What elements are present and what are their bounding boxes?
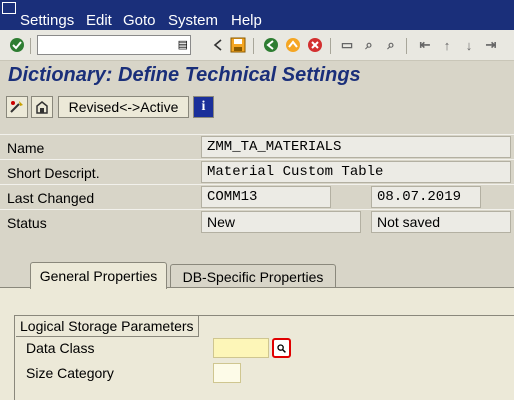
- data-class-input[interactable]: [214, 339, 268, 358]
- menu-system[interactable]: System: [168, 12, 218, 29]
- other-object-icon[interactable]: [31, 96, 53, 118]
- data-class-label: Data Class: [26, 340, 95, 356]
- short-descr-field: Material Custom Table: [201, 161, 511, 183]
- back-icon[interactable]: [262, 36, 280, 54]
- command-input[interactable]: [41, 37, 171, 53]
- info-icon[interactable]: i: [193, 96, 214, 118]
- menu-bar: Settings Edit Goto System Help: [0, 0, 514, 30]
- last-changed-date-field: 08.07.2019: [371, 186, 481, 208]
- tab-db-specific-properties[interactable]: DB-Specific Properties: [170, 264, 336, 288]
- logical-storage-group-title: Logical Storage Parameters: [16, 316, 199, 337]
- name-field: ZMM_TA_MATERIALS: [201, 136, 511, 158]
- menu-help[interactable]: Help: [231, 12, 262, 29]
- print-icon[interactable]: ▭: [338, 36, 356, 54]
- application-toolbar: Revised<->Active i: [0, 93, 514, 123]
- revised-active-button[interactable]: Revised<->Active: [58, 96, 189, 118]
- data-class-field[interactable]: [213, 338, 269, 358]
- next-page-icon[interactable]: ↓: [460, 36, 478, 54]
- save-status-field: Not saved: [371, 211, 511, 233]
- save-icon[interactable]: [229, 36, 247, 54]
- last-changed-user-field: COMM13: [201, 186, 331, 208]
- enter-icon[interactable]: [8, 36, 26, 54]
- find-icon[interactable]: ⌕: [360, 36, 378, 54]
- last-page-icon[interactable]: ⇥: [482, 36, 500, 54]
- size-category-label: Size Category: [26, 365, 114, 381]
- short-descr-label: Short Descript.: [7, 165, 100, 181]
- system-menu-icon[interactable]: [2, 2, 16, 14]
- exit-icon[interactable]: [284, 36, 302, 54]
- search-icon: [277, 343, 286, 353]
- history-icon[interactable]: ▤: [178, 38, 188, 51]
- back-arrow-icon[interactable]: [209, 36, 227, 54]
- cancel-icon[interactable]: [306, 36, 324, 54]
- size-category-field[interactable]: [213, 363, 241, 383]
- command-field[interactable]: ▤: [37, 35, 191, 55]
- status-label: Status: [7, 215, 47, 231]
- page-title: Dictionary: Define Technical Settings: [8, 64, 361, 86]
- previous-page-icon[interactable]: ↑: [438, 36, 456, 54]
- find-next-icon[interactable]: ⌕: [382, 36, 400, 54]
- name-label: Name: [7, 140, 45, 156]
- display-change-icon[interactable]: [6, 96, 28, 118]
- standard-toolbar: ▤ ▭ ⌕ ⌕ ⇤ ↑ ↓ ⇥: [0, 30, 514, 61]
- size-category-input[interactable]: [214, 364, 240, 383]
- menu-settings[interactable]: Settings: [20, 12, 74, 29]
- menu-goto[interactable]: Goto: [123, 12, 156, 29]
- last-changed-label: Last Changed: [7, 190, 95, 206]
- tab-general-properties[interactable]: General Properties: [30, 262, 167, 289]
- menu-edit[interactable]: Edit: [86, 12, 112, 29]
- status-field: New: [201, 211, 361, 233]
- first-page-icon[interactable]: ⇤: [416, 36, 434, 54]
- value-help-button[interactable]: [272, 338, 291, 358]
